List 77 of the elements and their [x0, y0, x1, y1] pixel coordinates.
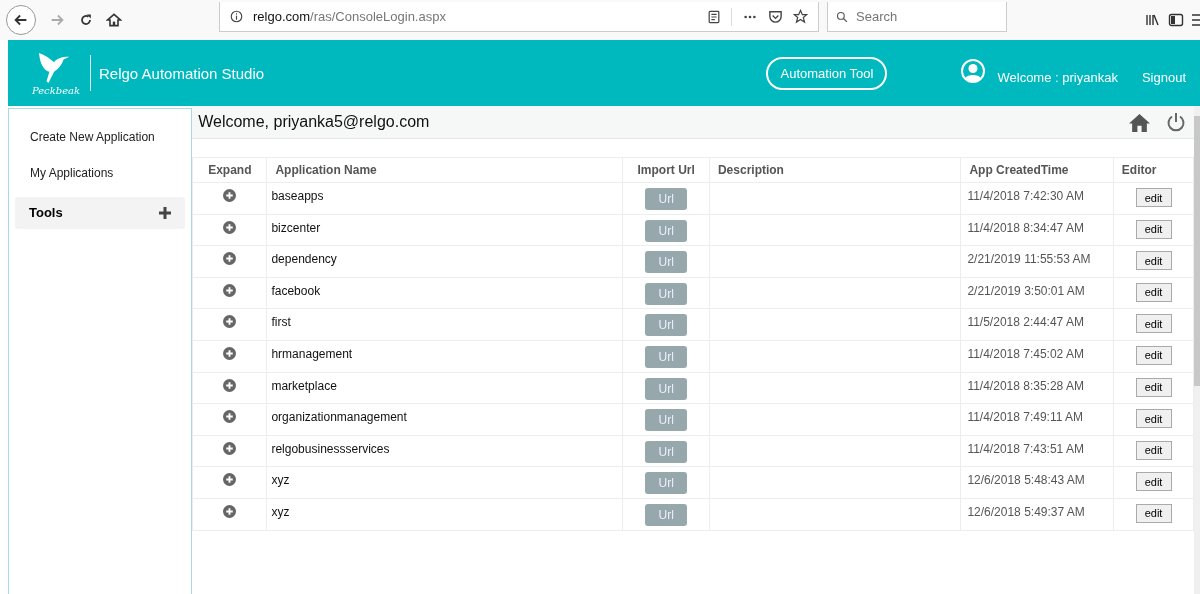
table-cell: facebook — [266, 277, 623, 309]
table-cell: 11/4/2018 7:49:11 AM — [960, 403, 1114, 436]
table-cell: 11/4/2018 7:42:30 AM — [960, 182, 1114, 215]
expand-icon[interactable] — [223, 504, 237, 518]
home-icon[interactable] — [106, 12, 122, 28]
table-cell: xyz — [266, 498, 623, 531]
scrollbar[interactable] — [1194, 106, 1200, 594]
expand-icon[interactable] — [223, 410, 237, 424]
sidebar-link[interactable]: My Applications — [15, 163, 186, 199]
table-cell: hrmanagement — [266, 340, 623, 373]
edit-button[interactable]: edit — [1135, 219, 1172, 239]
edit-button[interactable]: edit — [1135, 472, 1172, 492]
edit-button[interactable]: edit — [1135, 251, 1172, 271]
expand-icon[interactable] — [223, 252, 237, 266]
logo-text: Peckbeak — [31, 84, 81, 96]
sidebar-link[interactable]: Create New Application — [15, 127, 186, 163]
info-icon[interactable] — [230, 10, 243, 23]
expand-icon[interactable] — [223, 283, 237, 297]
reader-icon[interactable] — [707, 9, 721, 24]
expand-icon[interactable] — [223, 473, 237, 487]
url-text: relgo.com/ras/ConsoleLogin.aspx — [253, 9, 446, 24]
expand-icon[interactable] — [223, 315, 237, 329]
address-bar[interactable]: relgo.com/ras/ConsoleLogin.aspx — [219, 2, 819, 32]
table-cell: organizationmanagement — [266, 403, 623, 436]
search-field[interactable]: Search — [827, 2, 1007, 32]
star-icon[interactable] — [793, 9, 808, 24]
table-cell: baseapps — [266, 182, 623, 215]
edit-button[interactable]: edit — [1135, 503, 1172, 523]
plus-icon — [159, 206, 172, 219]
table-cell: 11/4/2018 7:43:51 AM — [960, 435, 1114, 467]
edit-button[interactable]: edit — [1135, 440, 1172, 460]
sidebar-icon[interactable] — [1168, 12, 1184, 28]
expand-icon[interactable] — [223, 189, 237, 202]
expand-icon[interactable] — [223, 346, 237, 360]
table-cell: xyz — [266, 466, 623, 499]
column-header: Description — [709, 157, 961, 183]
column-header: Import Url — [622, 157, 710, 183]
column-header: Expand — [192, 157, 267, 183]
table-cell: bizcenter — [266, 214, 623, 246]
menu-icon[interactable] — [1192, 12, 1200, 28]
search-icon — [836, 9, 848, 24]
table-cell: 11/4/2018 7:45:02 AM — [960, 340, 1114, 373]
table-cell: 2/21/2019 3:50:01 AM — [960, 277, 1114, 309]
home-icon[interactable] — [1129, 112, 1151, 132]
edit-button[interactable]: edit — [1135, 314, 1172, 334]
column-header: Application Name — [266, 157, 623, 183]
table-cell: relgobusinessservices — [266, 435, 623, 467]
table-cell: 12/6/2018 5:48:43 AM — [960, 466, 1114, 499]
app-title: Relgo Automation Studio — [99, 64, 265, 82]
expand-icon[interactable] — [223, 378, 237, 392]
column-header: Editor — [1113, 157, 1194, 183]
tools-section-header[interactable]: Tools — [15, 197, 186, 229]
column-header: App CreatedTime — [960, 157, 1114, 183]
user-avatar-icon — [961, 59, 986, 83]
expand-icon[interactable] — [223, 441, 237, 455]
table-cell: 12/6/2018 5:49:37 AM — [960, 498, 1114, 531]
table-cell: marketplace — [266, 372, 623, 404]
edit-button[interactable]: edit — [1135, 377, 1172, 397]
table-cell: 2/21/2019 11:55:53 AM — [960, 245, 1114, 278]
pocket-icon[interactable] — [768, 9, 783, 24]
back-button[interactable] — [6, 5, 36, 35]
page-title: Welcome, priyanka5@relgo.com — [198, 113, 430, 131]
search-input[interactable]: Search — [854, 8, 998, 25]
edit-button[interactable]: edit — [1135, 345, 1172, 365]
edit-button[interactable]: edit — [1135, 282, 1172, 302]
table-cell: dependency — [266, 245, 623, 278]
table-cell: 11/5/2018 2:44:47 AM — [960, 308, 1114, 341]
power-icon[interactable] — [1166, 112, 1187, 132]
edit-button[interactable]: edit — [1135, 188, 1172, 207]
table-cell: first — [266, 308, 623, 341]
edit-button[interactable]: edit — [1135, 409, 1172, 429]
table-cell: 11/4/2018 8:35:28 AM — [960, 372, 1114, 404]
library-icon[interactable] — [1144, 12, 1160, 28]
reload-icon[interactable] — [78, 12, 94, 28]
welcome-text: Welcome : priyankak — [997, 69, 1118, 85]
table-cell: 11/4/2018 8:34:47 AM — [960, 214, 1114, 246]
expand-icon[interactable] — [223, 220, 237, 234]
